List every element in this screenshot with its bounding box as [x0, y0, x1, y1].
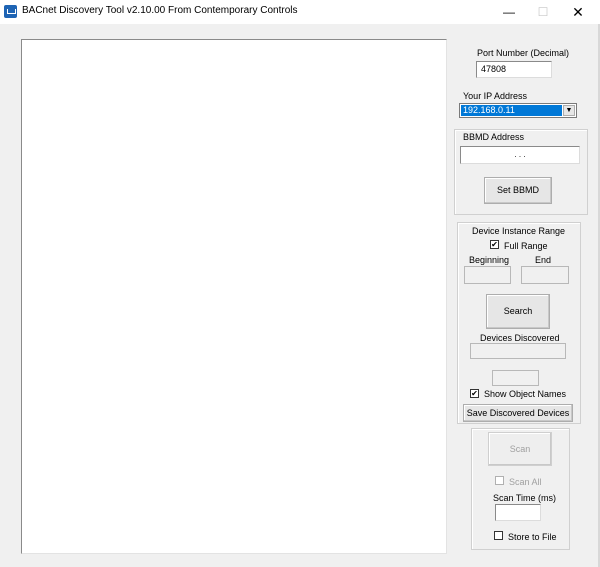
bbmd-address-label: BBMD Address [463, 132, 525, 142]
devices-discovered-label: Devices Discovered [480, 333, 560, 343]
scan-all-label: Scan All [509, 477, 542, 487]
bbmd-address-input[interactable]: . . . [460, 146, 580, 164]
maximize-button[interactable]: ☐ [526, 0, 560, 24]
full-range-label: Full Range [504, 241, 548, 251]
save-discovered-devices-button[interactable]: Save Discovered Devices [463, 404, 573, 422]
show-object-names-label: Show Object Names [484, 389, 567, 399]
ip-address-selected: 192.168.0.11 [461, 105, 562, 116]
ip-address-select[interactable]: 192.168.0.11 ▼ [459, 103, 577, 118]
scan-all-checkbox[interactable] [495, 476, 504, 485]
minimize-button[interactable]: — [492, 0, 526, 24]
scan-time-label: Scan Time (ms) [493, 493, 557, 503]
beginning-input[interactable] [464, 266, 511, 284]
full-range-checkbox[interactable]: ✔ [490, 240, 499, 249]
devices-discovered-count [470, 343, 566, 359]
end-input[interactable] [521, 266, 569, 284]
port-number-label: Port Number (Decimal) [477, 48, 570, 58]
title-bar: BACnet Discovery Tool v2.10.00 From Cont… [0, 0, 600, 24]
dropdown-arrow-icon[interactable]: ▼ [563, 105, 575, 116]
discovery-output-pane[interactable] [21, 39, 447, 554]
window-title: BACnet Discovery Tool v2.10.00 From Cont… [22, 5, 298, 16]
store-to-file-label: Store to File [508, 532, 557, 542]
scan-button[interactable]: Scan [488, 432, 552, 466]
beginning-label: Beginning [469, 255, 510, 265]
search-button[interactable]: Search [486, 294, 550, 329]
ip-address-label: Your IP Address [463, 91, 528, 101]
object-count-field [492, 370, 539, 386]
close-button[interactable]: ✕ [561, 0, 595, 24]
show-object-names-checkbox[interactable]: ✔ [470, 389, 479, 398]
set-bbmd-button[interactable]: Set BBMD [484, 177, 552, 204]
device-instance-range-label: Device Instance Range [472, 226, 566, 236]
scan-time-input[interactable] [495, 504, 541, 521]
app-icon [4, 5, 17, 18]
store-to-file-checkbox[interactable] [494, 531, 503, 540]
port-number-input[interactable]: 47808 [476, 61, 552, 78]
end-label: End [535, 255, 552, 265]
